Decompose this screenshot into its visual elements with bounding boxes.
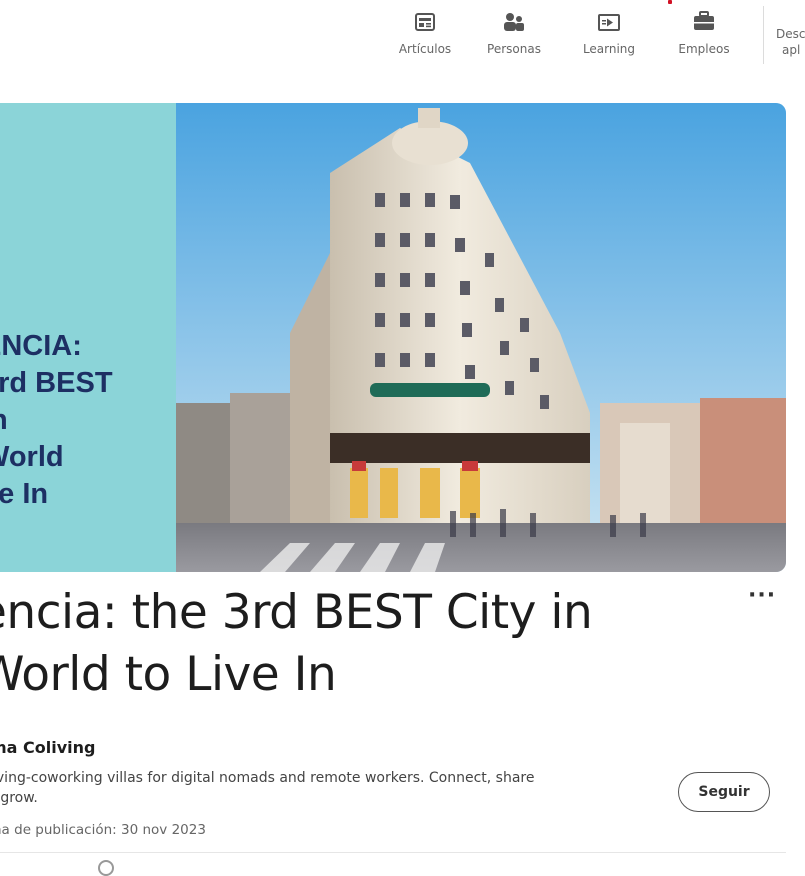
top-nav: Artículos Personas Learning Empleos Desc… bbox=[0, 0, 805, 68]
nav-item-download-app[interactable]: Desc apl bbox=[776, 26, 805, 58]
partial-icon bbox=[98, 860, 114, 876]
nav-item-articles[interactable]: Artículos bbox=[385, 10, 465, 56]
learning-icon bbox=[598, 14, 620, 31]
cover-banner: ENCIA: 3rd BEST in World ve In bbox=[0, 103, 176, 572]
nav-label-people: Personas bbox=[487, 42, 541, 56]
divider bbox=[0, 852, 786, 853]
notification-dot bbox=[668, 0, 672, 4]
article-cover-image: ENCIA: 3rd BEST in World ve In bbox=[0, 103, 786, 572]
articles-icon bbox=[415, 13, 435, 31]
nav-label-jobs: Empleos bbox=[678, 42, 730, 56]
nav-item-jobs[interactable]: Empleos bbox=[664, 10, 744, 56]
nav-cut-line1: Desc bbox=[776, 27, 805, 41]
people-icon bbox=[504, 13, 524, 31]
author-description: iving-coworking villas for digital nomad… bbox=[0, 770, 535, 806]
follow-button[interactable]: Seguir bbox=[678, 772, 770, 812]
briefcase-icon bbox=[694, 11, 714, 30]
article-title: encia: the 3rd BEST City in World to Liv… bbox=[0, 585, 593, 702]
cover-banner-text: ENCIA: 3rd BEST in World ve In bbox=[0, 330, 113, 510]
more-options-icon[interactable]: ··· bbox=[748, 583, 776, 608]
publication-date: ha de publicación: 30 nov 2023 bbox=[0, 822, 206, 838]
nav-item-learning[interactable]: Learning bbox=[569, 10, 649, 56]
nav-divider bbox=[763, 6, 764, 64]
nav-cut-line2: apl bbox=[782, 43, 801, 57]
nav-label-learning: Learning bbox=[582, 42, 636, 56]
nav-label-articles: Artículos bbox=[398, 42, 452, 56]
nav-item-people[interactable]: Personas bbox=[474, 10, 554, 56]
author-name[interactable]: ma Coliving bbox=[0, 738, 96, 757]
